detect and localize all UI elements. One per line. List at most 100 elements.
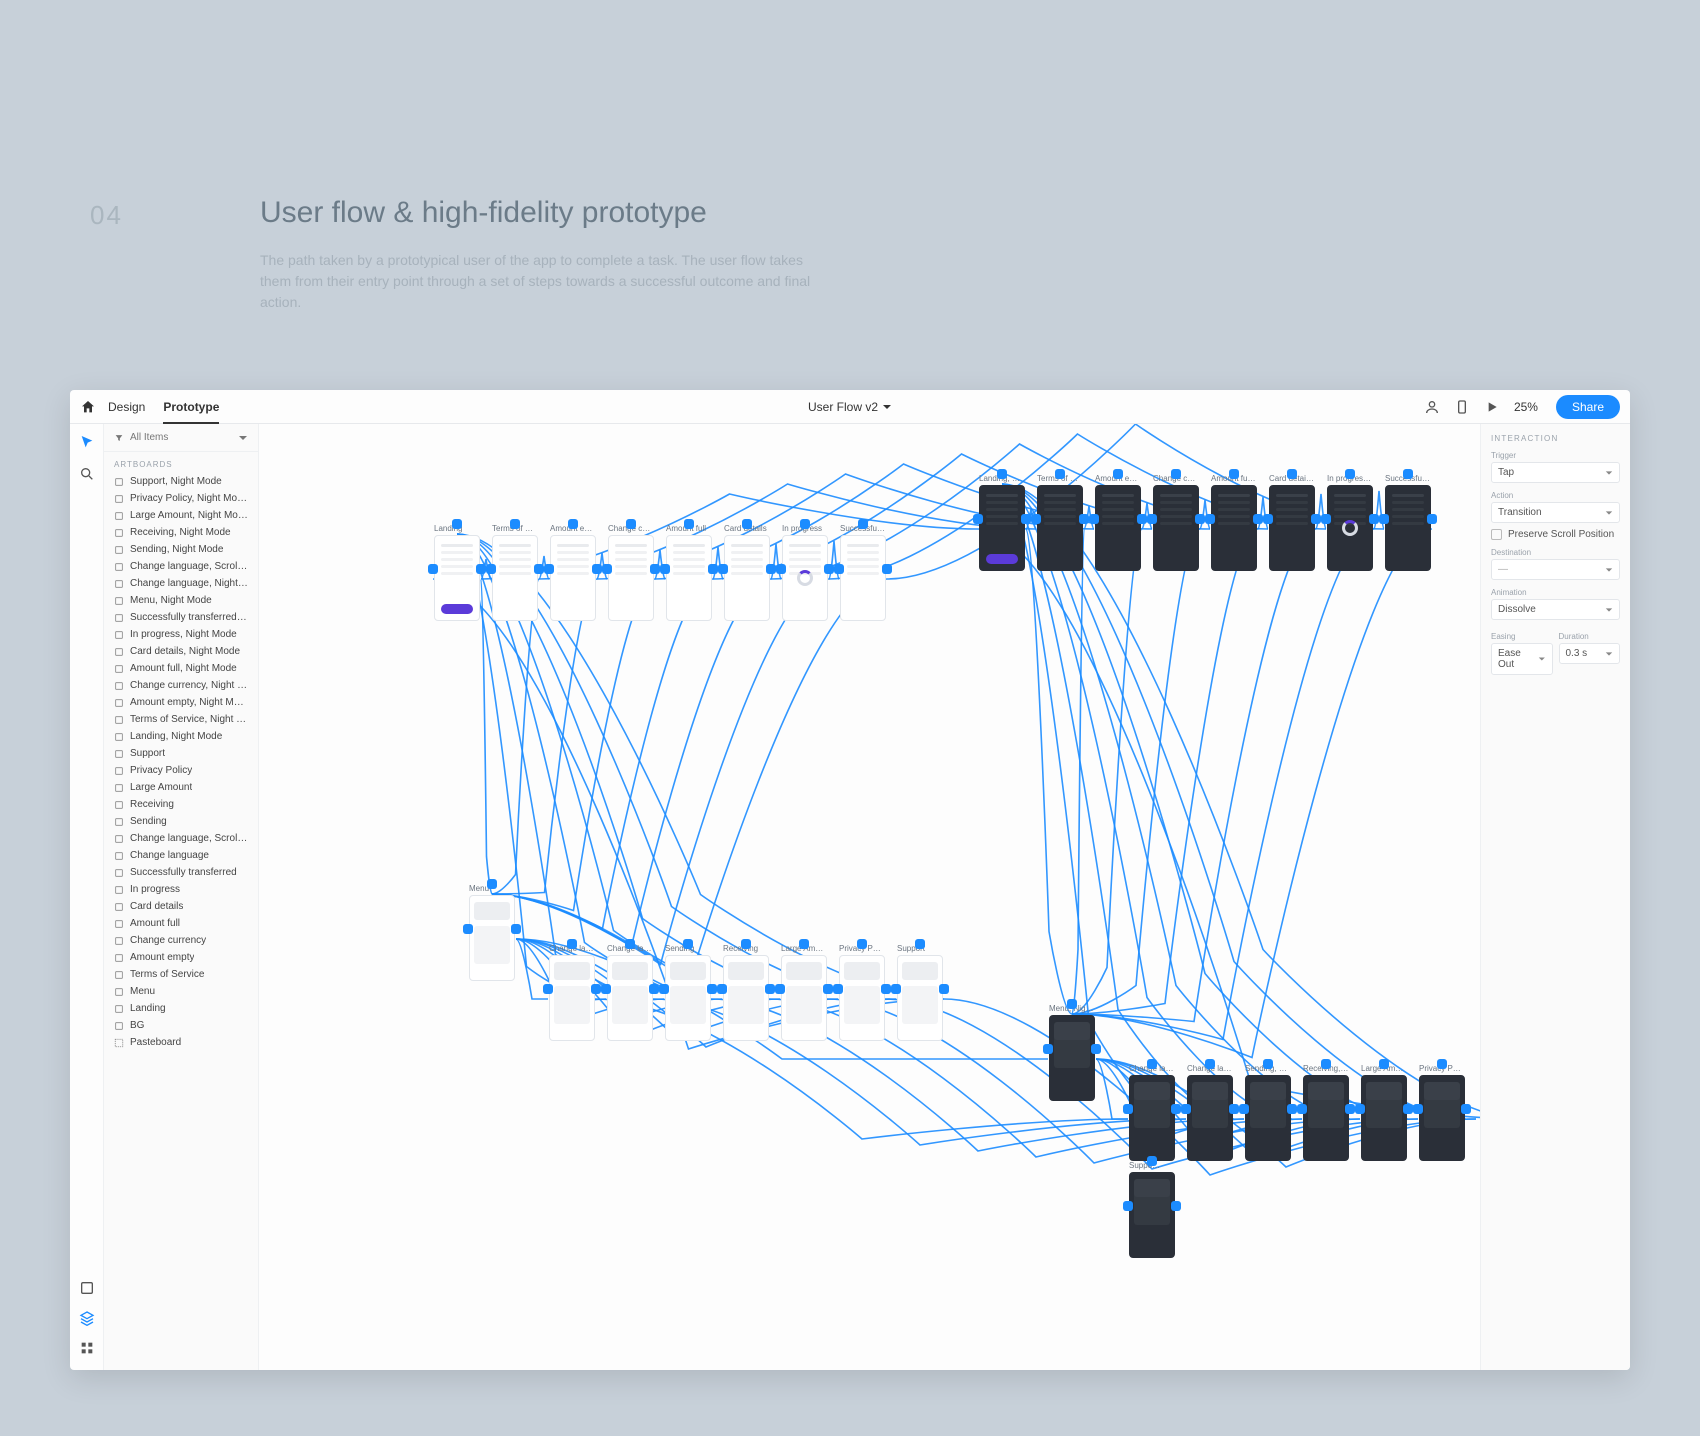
artboard[interactable]: Landing, Night … <box>979 474 1025 571</box>
layer-item[interactable]: Sending <box>104 813 258 830</box>
wire-handle-top[interactable] <box>1321 1059 1331 1069</box>
wire-handle-top[interactable] <box>1263 1059 1273 1069</box>
wire-handle-in[interactable] <box>544 564 554 574</box>
wire-handle-in[interactable] <box>486 564 496 574</box>
wire-handle-in[interactable] <box>1379 514 1389 524</box>
artboard[interactable]: Suppo… <box>1129 1161 1175 1258</box>
layer-item[interactable]: Sending, Night Mode <box>104 541 258 558</box>
wire-handle-in[interactable] <box>543 984 553 994</box>
wire-handle-top[interactable] <box>1437 1059 1447 1069</box>
wire-handle-in[interactable] <box>1205 514 1215 524</box>
artboard[interactable]: Support <box>897 944 943 1041</box>
wire-handle-top[interactable] <box>858 519 868 529</box>
artboard[interactable]: In progress, Nig… <box>1327 474 1373 571</box>
layers-icon[interactable] <box>79 1310 95 1326</box>
artboard[interactable]: Menu, Night M… <box>1049 1004 1095 1101</box>
wire-handle-top[interactable] <box>857 939 867 949</box>
wire-handle-top[interactable] <box>626 519 636 529</box>
layer-item[interactable]: Change language, Scrolle… <box>104 558 258 575</box>
share-button[interactable]: Share <box>1556 395 1620 419</box>
zoom-dropdown[interactable]: 25% <box>1514 400 1542 414</box>
plugins-icon[interactable] <box>79 1340 95 1356</box>
layer-item[interactable]: Large Amount <box>104 779 258 796</box>
wire-handle-in[interactable] <box>775 984 785 994</box>
wire-handle-in[interactable] <box>602 564 612 574</box>
artboard[interactable]: Change currency <box>608 524 654 621</box>
search-icon[interactable] <box>79 466 95 482</box>
destination-dropdown[interactable]: — <box>1491 559 1620 580</box>
layer-item[interactable]: Change currency <box>104 932 258 949</box>
wire-handle-top[interactable] <box>741 939 751 949</box>
wire-handle-top[interactable] <box>799 939 809 949</box>
layer-item[interactable]: Support <box>104 745 258 762</box>
wire-handle-top[interactable] <box>1055 469 1065 479</box>
artboard[interactable]: Successfully tr… <box>1385 474 1431 571</box>
wire-handle-in[interactable] <box>1321 514 1331 524</box>
wire-handle-top[interactable] <box>684 519 694 529</box>
wire-handle-out[interactable] <box>939 984 949 994</box>
layer-item[interactable]: Landing <box>104 1000 258 1017</box>
layer-item[interactable]: Terms of Service <box>104 966 258 983</box>
wire-handle-top[interactable] <box>510 519 520 529</box>
prototype-canvas[interactable]: LandingTerms of ServiceAmount emptyChang… <box>259 424 1480 1370</box>
wire-handle-out[interactable] <box>1137 514 1147 524</box>
easing-dropdown[interactable]: Ease Out <box>1491 643 1553 675</box>
wire-handle-out[interactable] <box>882 564 892 574</box>
layer-item[interactable]: Support, Night Mode <box>104 473 258 490</box>
wire-handle-top[interactable] <box>1229 469 1239 479</box>
wire-handle-top[interactable] <box>625 939 635 949</box>
layer-item[interactable]: Change language, Night M… <box>104 575 258 592</box>
wire-handle-out[interactable] <box>766 564 776 574</box>
layer-item[interactable]: Change language <box>104 847 258 864</box>
wire-handle-out[interactable] <box>823 984 833 994</box>
wire-handle-out[interactable] <box>1253 514 1263 524</box>
wire-handle-in[interactable] <box>776 564 786 574</box>
wire-handle-top[interactable] <box>800 519 810 529</box>
layer-item[interactable]: Privacy Policy <box>104 762 258 779</box>
mobile-preview-icon[interactable] <box>1454 399 1470 415</box>
artboard[interactable]: Receiving, Ni… <box>1303 1064 1349 1161</box>
wire-handle-out[interactable] <box>1021 514 1031 524</box>
wire-handle-in[interactable] <box>1123 1104 1133 1114</box>
layers-filter-dropdown[interactable]: All Items <box>104 424 258 452</box>
wire-handle-out[interactable] <box>1369 514 1379 524</box>
wire-handle-out[interactable] <box>1345 1104 1355 1114</box>
pointer-tool-icon[interactable] <box>79 434 95 450</box>
home-icon[interactable] <box>80 399 96 415</box>
wire-handle-in[interactable] <box>717 984 727 994</box>
preserve-scroll-checkbox[interactable]: Preserve Scroll Position <box>1491 529 1620 540</box>
wire-handle-top[interactable] <box>1113 469 1123 479</box>
wire-handle-in[interactable] <box>718 564 728 574</box>
wire-handle-in[interactable] <box>973 514 983 524</box>
artboard[interactable]: Terms of Servic… <box>1037 474 1083 571</box>
wire-handle-in[interactable] <box>891 984 901 994</box>
layer-item[interactable]: Successfully transferred <box>104 864 258 881</box>
layer-item[interactable]: Menu <box>104 983 258 1000</box>
artboard[interactable]: Change currenc… <box>1153 474 1199 571</box>
artboard[interactable]: Change langu… <box>1187 1064 1233 1161</box>
wire-handle-out[interactable] <box>1461 1104 1471 1114</box>
wire-handle-top[interactable] <box>1067 999 1077 1009</box>
artboard[interactable]: Change langu… <box>549 944 595 1041</box>
wire-handle-out[interactable] <box>1403 1104 1413 1114</box>
wire-handle-out[interactable] <box>1171 1201 1181 1211</box>
wire-handle-in[interactable] <box>1089 514 1099 524</box>
wire-handle-top[interactable] <box>1287 469 1297 479</box>
layer-item[interactable]: Menu, Night Mode <box>104 592 258 609</box>
wire-handle-out[interactable] <box>881 984 891 994</box>
artboard[interactable]: Sending <box>665 944 711 1041</box>
artboard[interactable]: Amount full, Ni… <box>1211 474 1257 571</box>
wire-handle-out[interactable] <box>534 564 544 574</box>
wire-handle-top[interactable] <box>1379 1059 1389 1069</box>
layer-item[interactable]: Amount full <box>104 915 258 932</box>
artboard[interactable]: Change langu… <box>607 944 653 1041</box>
assets-icon[interactable] <box>79 1280 95 1296</box>
wire-handle-out[interactable] <box>765 984 775 994</box>
wire-handle-top[interactable] <box>1171 469 1181 479</box>
wire-handle-in[interactable] <box>1123 1201 1133 1211</box>
artboard[interactable]: Privacy Policy… <box>1419 1064 1465 1161</box>
wire-handle-in[interactable] <box>1413 1104 1423 1114</box>
mode-prototype[interactable]: Prototype <box>163 400 219 424</box>
layer-item[interactable]: Amount empty, Night Mode <box>104 694 258 711</box>
artboard[interactable]: Receiving <box>723 944 769 1041</box>
